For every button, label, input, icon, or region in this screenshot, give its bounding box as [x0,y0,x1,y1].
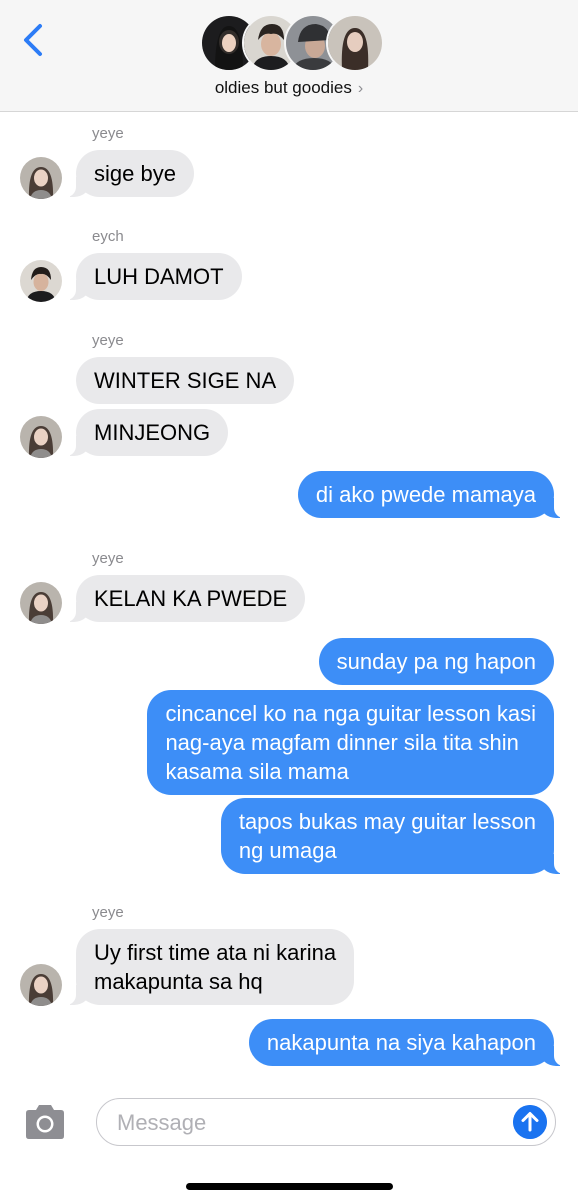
avatar[interactable] [20,260,62,302]
outgoing-message[interactable]: cincancel ko na nga guitar lesson kasi n… [147,690,554,795]
chevron-right-icon: › [357,80,364,97]
message-list: yeye sige bye eych LUH DAMOT yeye WINTER… [0,112,578,1082]
avatar[interactable] [20,964,62,1006]
group-name-label: oldies but goodies [214,78,352,97]
incoming-message[interactable]: sige bye [66,150,194,197]
conversation-header: oldies but goodies › [0,0,578,112]
sender-name: yeye [92,904,124,921]
incoming-message[interactable]: LUH DAMOT [66,253,242,300]
message-placeholder: Message [117,1110,207,1135]
outgoing-message[interactable]: sunday pa ng hapon [318,638,554,685]
sender-name: yeye [92,125,124,142]
incoming-message[interactable]: MINJEONG [65,409,229,456]
arrow-up-icon[interactable] [513,1105,547,1139]
avatar[interactable] [20,157,62,199]
sender-name: yeye [92,550,124,567]
message-input[interactable]: Message [96,1098,556,1146]
avatar[interactable] [20,416,62,458]
outgoing-message[interactable]: di ako pwede mamaya [297,471,565,518]
home-indicator [186,1183,393,1190]
outgoing-message[interactable]: tapos bukas may guitar lesson ng umaga [220,798,565,874]
sender-name: yeye [92,332,124,349]
incoming-message[interactable]: KELAN KA PWEDE [65,575,306,622]
incoming-message[interactable]: WINTER SIGE NA [76,357,295,404]
group-name[interactable]: oldies but goodies › [0,78,578,98]
sender-name: eych [92,228,124,245]
avatar[interactable] [20,582,62,624]
incoming-message[interactable]: Uy first time ata ni karina makapunta sa… [65,929,355,1005]
group-avatars[interactable] [200,14,384,72]
chevron-left-icon[interactable] [18,20,50,60]
group-avatar [326,14,384,72]
outgoing-message[interactable]: nakapunta na siya kahapon [248,1019,565,1066]
camera-icon[interactable] [22,1104,68,1140]
